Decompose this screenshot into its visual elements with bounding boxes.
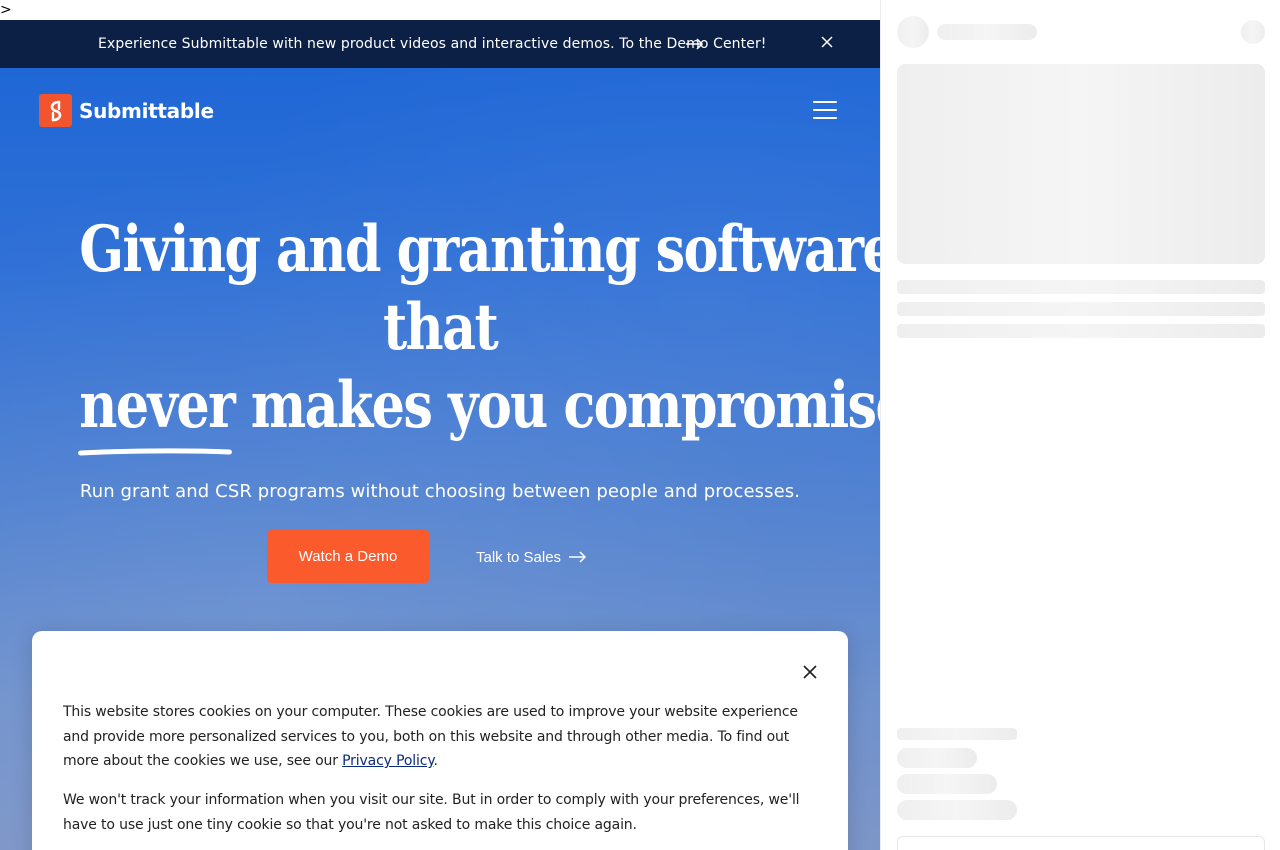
skeleton-pill bbox=[897, 748, 977, 768]
talk-to-sales-link[interactable]: Talk to Sales bbox=[476, 546, 587, 568]
cookie-text-2: We won't track your information when you… bbox=[63, 792, 800, 833]
skeleton-pill bbox=[897, 800, 1017, 820]
logo-mark-icon bbox=[39, 94, 72, 127]
stray-text: > bbox=[0, 2, 12, 18]
long-arrow-right-icon[interactable] bbox=[686, 38, 704, 50]
close-icon[interactable] bbox=[803, 665, 817, 679]
headline-line-2: that bbox=[382, 290, 499, 365]
skeleton-line bbox=[897, 324, 1265, 338]
skeleton-pill bbox=[897, 774, 997, 794]
talk-to-sales-label: Talk to Sales bbox=[476, 548, 562, 566]
skeleton-action bbox=[1241, 20, 1265, 44]
headline-line-3: never makes you compromise bbox=[78, 367, 880, 456]
skeleton-line bbox=[897, 302, 1265, 316]
skeleton-image bbox=[897, 64, 1265, 264]
brand-name: Submittable bbox=[79, 98, 214, 123]
skeleton-line bbox=[897, 728, 1017, 740]
watch-demo-button[interactable]: Watch a Demo bbox=[267, 530, 429, 583]
headline-emphasis: never bbox=[78, 367, 236, 456]
brush-underline-icon bbox=[78, 448, 232, 456]
announcement-text[interactable]: Experience Submittable with new product … bbox=[98, 20, 767, 68]
menu-icon[interactable] bbox=[813, 101, 837, 119]
cookie-banner: This website stores cookies on your comp… bbox=[32, 631, 848, 850]
announcement-bar: Experience Submittable with new product … bbox=[0, 20, 880, 68]
cookie-text-1: This website stores cookies on your comp… bbox=[63, 704, 798, 769]
skeleton-line bbox=[897, 280, 1265, 294]
skeleton-input-box bbox=[897, 836, 1265, 850]
skeleton-title bbox=[937, 24, 1037, 40]
hero-subhead: Run grant and CSR programs without choos… bbox=[79, 481, 801, 502]
close-icon[interactable] bbox=[820, 35, 834, 49]
loading-side-panel bbox=[880, 0, 1280, 850]
headline-line-1: Giving and granting software bbox=[79, 212, 880, 287]
long-arrow-right-icon bbox=[569, 551, 587, 563]
hero-headline: Giving and granting software that never … bbox=[78, 211, 880, 456]
privacy-policy-link[interactable]: Privacy Policy bbox=[342, 753, 433, 769]
brand-logo[interactable]: Submittable bbox=[39, 94, 214, 127]
skeleton-avatar bbox=[897, 16, 929, 48]
